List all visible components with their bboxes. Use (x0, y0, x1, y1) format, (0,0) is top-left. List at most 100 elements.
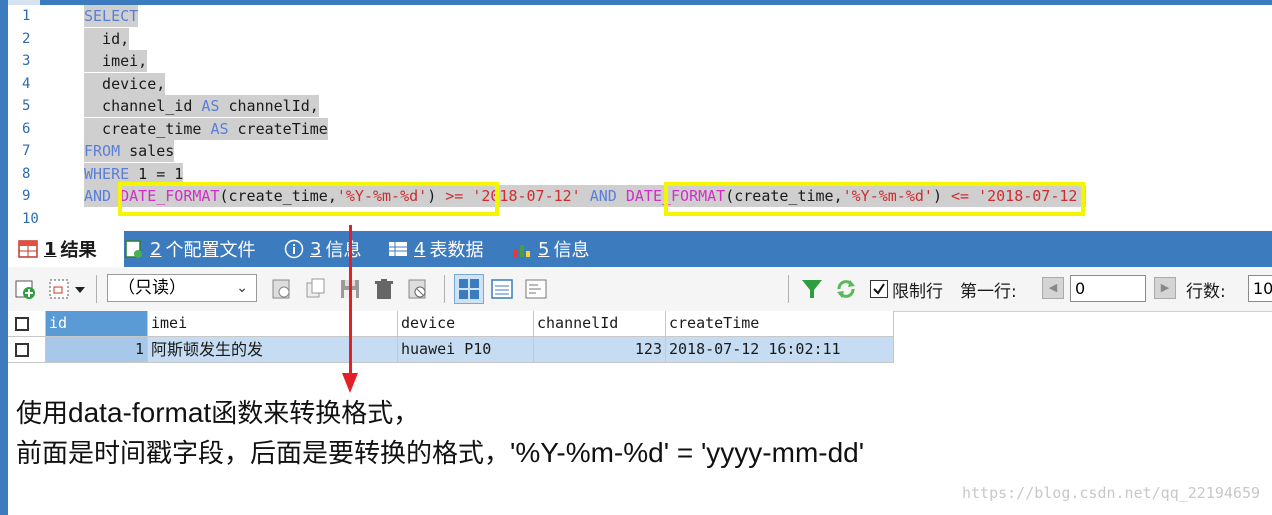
editor-line[interactable]: 5 channel_id AS channelId, (8, 95, 1272, 117)
column-header-channelid[interactable]: channelId (534, 311, 666, 337)
sql-editor[interactable]: 1 SELECT 2 id, 3 imei, 4 device, 5 channel_id… (8, 5, 1272, 231)
column-header-imei[interactable]: imei (148, 311, 398, 337)
tab-result-label: 结果 (60, 240, 97, 261)
column-header-id[interactable]: id (46, 311, 148, 337)
table-cell-id[interactable]: 1 (46, 337, 148, 363)
select-all-checkbox[interactable] (15, 317, 29, 331)
annotation-text-1b: data-format (68, 397, 212, 428)
code-text: create_time AS createTime (84, 117, 328, 140)
editor-line[interactable]: 3 imei, (8, 50, 1272, 72)
code-text: device, (84, 72, 166, 95)
grid-view-icon[interactable] (454, 274, 484, 304)
code-token: id, (84, 29, 130, 48)
code-text: imei, (84, 50, 148, 72)
code-text: FROM sales (84, 140, 175, 162)
code-text: channel_id AS channelId, (84, 95, 319, 117)
code-token: AS (201, 97, 220, 115)
tab-info-2[interactable]: 5 信息 (512, 231, 589, 267)
row-checkbox-cell[interactable] (8, 337, 46, 363)
code-token: channel_id (84, 97, 202, 115)
first-row-label: 第一行: (960, 282, 1017, 302)
tab-profiles[interactable]: 2 个配置文件 (124, 231, 255, 267)
code-token: create_time (84, 119, 211, 138)
code-token: sales (120, 142, 175, 160)
editor-line[interactable]: 2 id, (8, 27, 1272, 50)
tab-info-label: 信息 (325, 240, 362, 261)
annotation-text-1c: 函数来转换格式， (211, 399, 420, 429)
text-view-icon[interactable] (524, 277, 548, 301)
code-token: AND (589, 187, 617, 205)
read-only-mode-value: （只读） (118, 278, 186, 298)
table-cell-channelid[interactable]: 123 (534, 337, 666, 363)
editor-line[interactable]: 6 create_time AS createTime (8, 117, 1272, 140)
toolbar-separator (788, 275, 789, 303)
delete-icon[interactable] (372, 277, 396, 301)
editor-line[interactable]: 1 SELECT (8, 5, 1272, 27)
tab-table-data[interactable]: 4 表数据 (388, 231, 483, 267)
grid-options-dropdown-icon[interactable] (74, 281, 86, 293)
line-number: 10 (22, 210, 39, 227)
annotation-line-2: 前面是时间戳字段，后面是要转换的格式，'%Y-%m-%d' = 'yyyy-mm… (16, 433, 864, 470)
tab-info-2-number: 5 (538, 238, 550, 260)
line-number: 1 (22, 8, 31, 24)
column-header-device[interactable]: device (398, 311, 534, 337)
column-header-createtime[interactable]: createTime (666, 311, 894, 337)
add-row-icon[interactable] (14, 277, 38, 301)
watermark: https://blog.csdn.net/qq_22194659 (961, 484, 1260, 502)
first-row-input[interactable]: 0 (1070, 275, 1146, 302)
limit-rows-label[interactable]: 限制行 (892, 277, 943, 302)
result-tabs-bar: 1 结果 2 个配置文件 3 信息 4 表数据 5 信息 (8, 231, 1272, 267)
annotation-text-1a: 使用 (16, 399, 69, 429)
table-cell-device[interactable]: huawei P10 (398, 337, 534, 363)
next-page-icon[interactable]: ▶ (1154, 277, 1176, 299)
previous-page-icon[interactable]: ◀ (1042, 277, 1064, 299)
tab-result[interactable]: 1 结果 (8, 231, 124, 267)
annotation-arrow-head (342, 373, 358, 393)
highlight-box-date-format-1 (118, 182, 499, 216)
save-to-file-icon[interactable] (270, 277, 294, 301)
tab-profiles-label: 个配置文件 (165, 240, 256, 261)
info-chart-icon (512, 239, 532, 259)
code-text: SELECT (84, 5, 139, 27)
annotation-text-2b: '%Y-%m-%d' = 'yyyy-mm-dd' (510, 437, 865, 468)
editor-line[interactable]: 7 FROM sales (8, 140, 1272, 162)
table-cell-createtime[interactable]: 2018-07-12 16:02:11 (666, 337, 894, 363)
editor-line[interactable]: 4 device, (8, 72, 1272, 95)
line-number: 5 (22, 98, 31, 114)
left-frame-bar (0, 0, 8, 515)
select-all-checkbox-cell[interactable] (8, 311, 46, 337)
code-token: createTime (228, 119, 328, 138)
limit-rows-checkbox[interactable] (870, 280, 888, 298)
copy-row-icon[interactable] (304, 277, 328, 301)
profile-icon (124, 239, 144, 259)
annotation-line-1: 使用data-format函数来转换格式， (16, 393, 419, 430)
code-token: FROM (84, 142, 121, 160)
row-count-input[interactable]: 100 (1248, 275, 1272, 302)
line-number: 9 (22, 188, 31, 204)
result-toolbar: （只读） ⌄ 限制行 第一行: ◀ 0 ▶ 行数: 100 (8, 267, 1272, 312)
form-view-icon[interactable] (490, 277, 514, 301)
chevron-down-icon: ⌄ (236, 280, 248, 296)
table-cell-imei[interactable]: 阿斯顿发生的发 (148, 337, 398, 363)
toolbar-separator (444, 275, 445, 303)
read-only-mode-select[interactable]: （只读） ⌄ (107, 274, 257, 302)
filter-icon[interactable] (800, 277, 824, 301)
line-number: 3 (22, 53, 31, 69)
result-grid-icon (18, 239, 38, 259)
highlight-box-date-format-2 (664, 182, 1085, 216)
refresh-icon[interactable] (834, 277, 858, 301)
code-token: AND (84, 187, 112, 205)
line-number: 2 (22, 30, 31, 47)
row-checkbox[interactable] (15, 343, 29, 357)
grid-options-icon[interactable] (48, 277, 72, 301)
refresh-data-icon[interactable] (406, 277, 430, 301)
code-token: AS (210, 119, 229, 138)
code-token: imei, (84, 52, 148, 70)
tab-profiles-number: 2 (150, 238, 162, 260)
table-data-icon (388, 239, 408, 259)
tab-table-data-number: 4 (414, 238, 426, 260)
tab-table-data-label: 表数据 (429, 240, 484, 261)
tab-info-number: 3 (310, 238, 322, 260)
